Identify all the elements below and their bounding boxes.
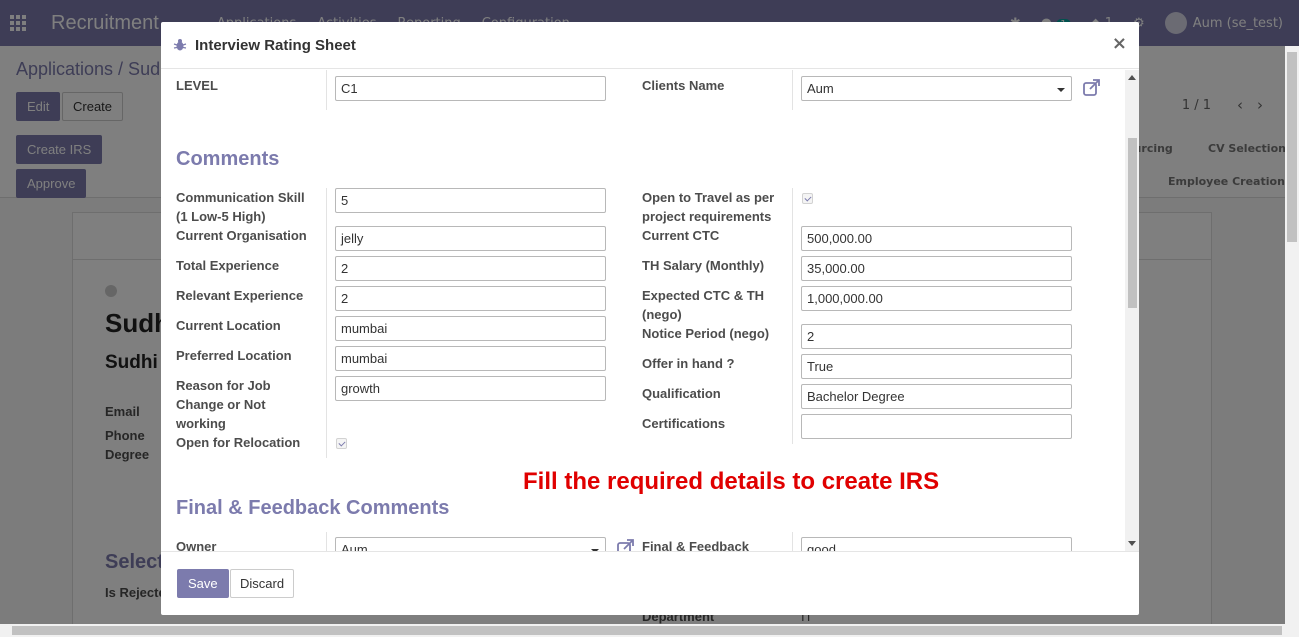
final-feedback-section-title: Final & Feedback Comments [176,497,450,519]
page-scrollbar-horizontal[interactable] [0,624,1299,637]
bug-icon [173,39,187,51]
total-experience-input[interactable]: 2 [335,256,606,281]
offer-in-hand-label: Offer in hand ? [642,356,735,371]
modal-header: Interview Rating Sheet × [161,22,1139,69]
close-icon[interactable]: × [1112,33,1127,54]
th-salary-input[interactable]: 35,000.00 [801,256,1072,281]
level-label: LEVEL [176,78,218,93]
current-location-label: Current Location [176,318,281,333]
total-experience-label: Total Experience [176,258,280,273]
save-button[interactable]: Save [177,569,229,598]
qualification-label: Qualification [642,386,721,401]
interview-rating-sheet-dialog: Interview Rating Sheet × LEVEL C1 Client… [161,22,1139,615]
modal-scrollbar[interactable] [1125,70,1139,551]
external-link-icon[interactable] [616,538,636,551]
scroll-down-icon[interactable] [1128,541,1136,546]
discard-button[interactable]: Discard [230,569,295,598]
chevron-down-icon [1057,88,1065,92]
expected-ctc-input[interactable]: 1,000,000.00 [801,286,1072,311]
preferred-location-label: Preferred Location [176,348,292,363]
reason-for-job-change-label: Reason for Job Change or Not working [176,378,271,431]
clients-name-label: Clients Name [642,78,725,93]
level-input[interactable]: C1 [335,76,606,101]
offer-in-hand-input[interactable]: True [801,354,1072,379]
external-link-icon[interactable] [1082,78,1102,98]
th-salary-label: TH Salary (Monthly) [642,258,765,273]
open-to-travel-label: Open to Travel as per project requiremen… [642,190,775,224]
notice-period-input[interactable]: 2 [801,324,1072,349]
reason-for-job-change-input[interactable]: growth [335,376,606,401]
comments-section-title: Comments [176,148,280,170]
open-for-relocation-checkbox[interactable] [336,438,347,449]
final-feedback-input[interactable]: good [801,537,1072,551]
relevant-experience-input[interactable]: 2 [335,286,606,311]
notice-period-label: Notice Period (nego) [642,326,770,341]
owner-value: Aum [341,542,368,551]
communication-skill-label: Communication Skill (1 Low-5 High) [176,190,305,224]
scroll-up-icon[interactable] [1128,75,1136,80]
expected-ctc-label: Expected CTC & TH (nego) [642,288,765,322]
communication-skill-input[interactable]: 5 [335,188,606,213]
open-to-travel-checkbox[interactable] [802,193,813,204]
open-for-relocation-label: Open for Relocation [176,435,301,450]
current-organisation-label: Current Organisation [176,228,307,243]
qualification-input[interactable]: Bachelor Degree [801,384,1072,409]
certifications-input[interactable] [801,414,1072,439]
modal-body: LEVEL C1 Clients Name Aum Comments Commu… [161,70,1139,551]
modal-title: Interview Rating Sheet [195,36,356,54]
owner-label: Owner [176,539,217,551]
final-feedback-label: Final & Feedback [642,539,749,551]
current-organisation-input[interactable]: jelly [335,226,606,251]
scroll-thumb[interactable] [1128,138,1137,308]
relevant-experience-label: Relevant Experience [176,288,304,303]
owner-select[interactable]: Aum [335,537,606,551]
page-scrollbar-vertical[interactable] [1285,46,1299,624]
clients-name-value: Aum [807,81,834,96]
current-ctc-label: Current CTC [642,228,720,243]
modal-footer: Save Discard [161,551,1139,615]
clients-name-select[interactable]: Aum [801,76,1072,101]
current-ctc-input[interactable]: 500,000.00 [801,226,1072,251]
current-location-input[interactable]: mumbai [335,316,606,341]
required-details-notice: Fill the required details to create IRS [523,468,940,495]
preferred-location-input[interactable]: mumbai [335,346,606,371]
certifications-label: Certifications [642,416,726,431]
